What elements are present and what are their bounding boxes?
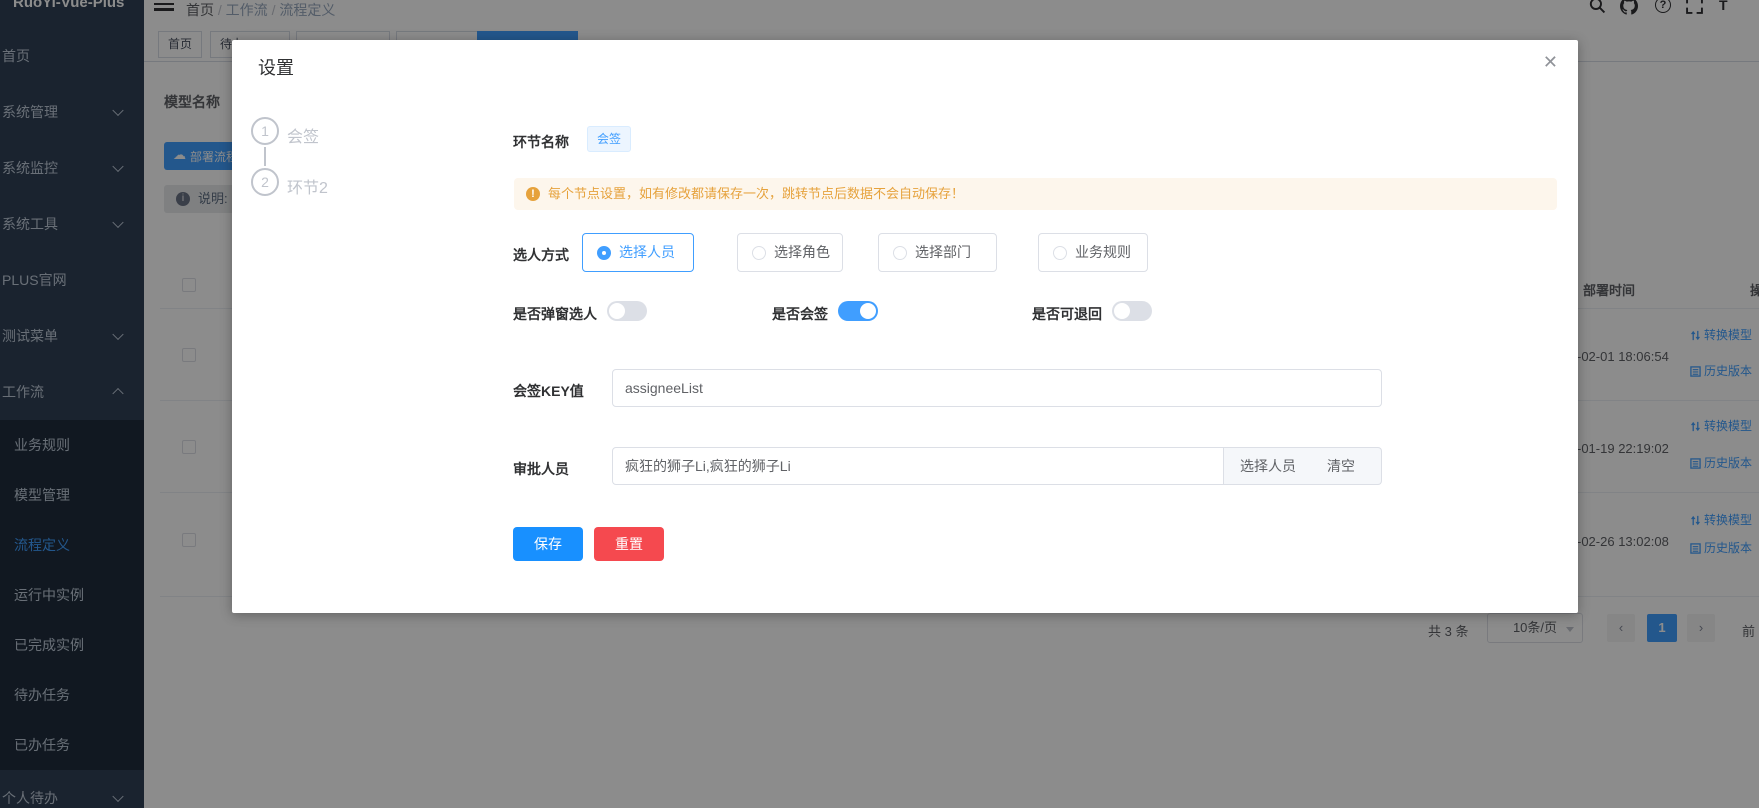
app-frame: RuoYi-Vue-Plus 首页 系统管理 系统监控 系统工具 PLUS官网 …: [0, 0, 1759, 808]
warning-icon: !: [526, 187, 540, 201]
popup-select-toggle[interactable]: [607, 301, 647, 321]
save-button[interactable]: 保存: [513, 527, 583, 561]
radio-icon: [752, 246, 766, 260]
warning-alert: ! 每个节点设置，如有修改都请保存一次，跳转节点后数据不会自动保存！: [514, 178, 1557, 210]
radio-select-dept[interactable]: 选择部门: [878, 233, 997, 272]
reset-button[interactable]: 重置: [594, 527, 664, 561]
countersign-toggle[interactable]: [838, 301, 878, 321]
radio-icon: [893, 246, 907, 260]
step-1-label[interactable]: 会签: [287, 123, 319, 147]
step-2-circle[interactable]: 2: [251, 168, 279, 196]
approver-label: 审批人员: [513, 459, 569, 479]
warning-text: 每个节点设置，如有修改都请保存一次，跳转节点后数据不会自动保存！: [548, 178, 964, 210]
close-icon[interactable]: ✕: [1543, 52, 1558, 73]
step-connector: [264, 147, 266, 166]
modal-title: 设置: [258, 54, 294, 80]
countersign-key-label: 会签KEY值: [513, 381, 584, 401]
step-2-label[interactable]: 环节2: [287, 174, 328, 198]
approver-input-append: 选择人员 清空: [1224, 447, 1382, 485]
countersign-label: 是否会签: [772, 304, 828, 324]
clear-button[interactable]: 清空: [1327, 448, 1355, 484]
node-name-tag: 会签: [587, 126, 631, 152]
popup-select-label: 是否弹窗选人: [513, 304, 597, 324]
step-1-circle[interactable]: 1: [251, 117, 279, 145]
radio-business-rule[interactable]: 业务规则: [1038, 233, 1148, 272]
radio-icon: [1053, 246, 1067, 260]
node-name-label: 环节名称: [513, 132, 569, 152]
returnable-label: 是否可退回: [1032, 304, 1102, 324]
assignee-mode-label: 选人方式: [513, 245, 569, 265]
approver-input[interactable]: 疯狂的狮子Li,疯狂的狮子Li: [612, 447, 1224, 485]
settings-modal: 设置 ✕ 1 会签 2 环节2 环节名称 会签 ! 每个节点设置，如有修改都请保…: [232, 40, 1578, 613]
radio-icon: [597, 246, 611, 260]
pick-person-button[interactable]: 选择人员: [1240, 448, 1296, 484]
returnable-toggle[interactable]: [1112, 301, 1152, 321]
radio-select-role[interactable]: 选择角色: [737, 233, 843, 272]
countersign-key-input[interactable]: assigneeList: [612, 369, 1382, 407]
radio-select-person[interactable]: 选择人员: [582, 233, 694, 272]
